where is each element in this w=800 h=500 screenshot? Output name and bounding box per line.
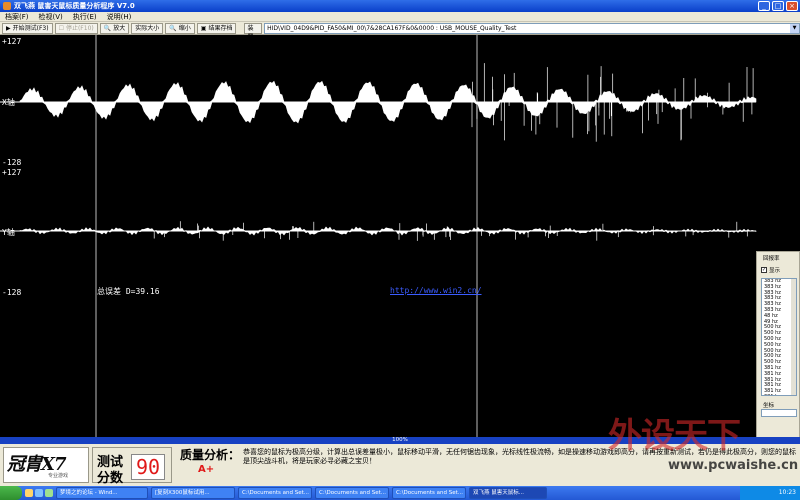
stop-button[interactable]: ☐ 停止(F10) bbox=[54, 22, 98, 34]
x-axis-min-label: -128 bbox=[2, 158, 22, 167]
score-label-points: 分数 bbox=[97, 471, 124, 486]
stop-label: 停止(F10) bbox=[65, 24, 94, 32]
zoom-out-icon: 🔍 bbox=[169, 24, 177, 32]
menu-help[interactable]: 说明(H) bbox=[102, 12, 137, 22]
start-button[interactable] bbox=[0, 486, 22, 500]
taskbar-item[interactable]: [复刻X300鼠标试用... bbox=[151, 487, 235, 499]
show-rate-checkbox[interactable]: ✓ bbox=[761, 267, 767, 273]
save-icon: ▣ bbox=[200, 24, 207, 32]
taskbar-item[interactable]: C:\Documents and Set... bbox=[392, 487, 466, 499]
report-rate-list[interactable]: 383 hz 383 hz 383 hz 383 hz 383 hz 383 hz 48 h… bbox=[761, 278, 797, 396]
desktop-icon[interactable] bbox=[45, 489, 53, 497]
y-axis-label: Y轴 bbox=[2, 228, 15, 237]
x-axis-label: X轴 bbox=[2, 98, 15, 107]
show-rate-toggle[interactable]: ✓ 显示 bbox=[761, 266, 780, 274]
waveform-plot[interactable]: +127 X轴 -128 +127 Y轴 -128 总误差 D=39.16 ht… bbox=[0, 35, 800, 437]
device-label: 装置 bbox=[244, 22, 263, 41]
y-axis-max-label: +127 bbox=[2, 168, 22, 177]
zoom-out-button[interactable]: 🔍 缩小 bbox=[165, 22, 195, 34]
website-link[interactable]: http://www.win2.cn/ bbox=[390, 286, 482, 295]
browser-icon[interactable] bbox=[35, 489, 43, 497]
toolbar: ▶ 开始测试(F3) ☐ 停止(F10) 🔍 放大 实际大小 🔍 缩小 ▣ 结果… bbox=[0, 22, 800, 41]
watermark-url: www.pcwaishe.cn bbox=[668, 458, 799, 473]
taskbar: 梦境之的论坛 - Wind... [复刻X300鼠标试用... C:\Docum… bbox=[0, 486, 800, 500]
save-result-button[interactable]: ▣ 结果存档 bbox=[196, 22, 237, 34]
zoom-in-icon: 🔍 bbox=[103, 24, 112, 32]
score-box: 测试 分数 90 bbox=[92, 447, 172, 486]
close-button[interactable]: × bbox=[786, 1, 798, 11]
taskbar-item[interactable]: C:\Documents and Set... bbox=[238, 487, 312, 499]
chevron-down-icon[interactable]: ▼ bbox=[790, 23, 799, 33]
y-axis-min-label: -128 bbox=[2, 288, 22, 297]
x-axis-waveform bbox=[19, 80, 757, 124]
start-test-button[interactable]: ▶ 开始测试(F3) bbox=[2, 22, 53, 34]
menu-execute[interactable]: 执行(E) bbox=[68, 12, 102, 22]
coordinate-field[interactable] bbox=[761, 409, 797, 417]
clock: 10:23 bbox=[778, 489, 796, 496]
save-result-label: 结果存档 bbox=[208, 24, 233, 32]
x-axis-max-label: +127 bbox=[2, 37, 22, 46]
app-icon bbox=[3, 2, 11, 10]
folder-icon[interactable] bbox=[25, 489, 33, 497]
system-tray[interactable]: 10:23 bbox=[740, 486, 800, 500]
watermark-text: 外设天下 bbox=[608, 416, 741, 456]
window-controls: _ □ × bbox=[758, 1, 798, 11]
title-bar[interactable]: 双飞燕 鼠害天鼠标质量分析程序 V7.0 _ □ × bbox=[0, 0, 800, 12]
play-icon: ▶ bbox=[6, 24, 11, 32]
waveform-svg bbox=[0, 35, 757, 437]
total-error-readout: 总误差 D=39.16 bbox=[97, 287, 160, 296]
maximize-button[interactable]: □ bbox=[772, 1, 784, 11]
quality-grade: A+ bbox=[198, 464, 215, 475]
taskbar-item[interactable]: 梦境之的论坛 - Wind... bbox=[56, 487, 148, 499]
analysis-title: 质量分析： bbox=[180, 448, 241, 462]
start-test-label: 开始测试(F3) bbox=[12, 24, 49, 32]
checkbox-icon: ☐ bbox=[58, 24, 64, 32]
taskbar-item[interactable]: C:\Documents and Set... bbox=[315, 487, 389, 499]
report-rate-entry[interactable]: 381 hz bbox=[764, 394, 796, 395]
coordinate-label: 坐标 bbox=[763, 403, 775, 409]
report-rate-title: 回报率 bbox=[763, 256, 780, 262]
brand-logo: 冠胄X7 专业游戏 bbox=[3, 447, 89, 483]
actual-size-label: 实际大小 bbox=[135, 24, 160, 32]
report-rate-panel: 回报率 ✓ 显示 383 hz 383 hz 383 hz 383 hz 383 hz 3… bbox=[756, 251, 800, 441]
show-rate-label: 显示 bbox=[769, 268, 781, 274]
taskbar-item-active[interactable]: 双飞燕 鼠害天鼠标... bbox=[469, 487, 547, 499]
y-axis-waveform bbox=[19, 226, 757, 236]
quick-launch bbox=[25, 489, 53, 497]
window-title: 双飞燕 鼠害天鼠标质量分析程序 V7.0 bbox=[14, 2, 135, 10]
device-value: HID\VID_04D9&PID_FA50&MI_00\7&28CA167F&0… bbox=[267, 24, 517, 32]
brand-subtitle: 专业游戏 bbox=[48, 473, 69, 479]
actual-size-button[interactable]: 实际大小 bbox=[131, 22, 164, 34]
zoom-out-label: 缩小 bbox=[178, 24, 191, 32]
minimize-button[interactable]: _ bbox=[758, 1, 770, 11]
app-window: 双飞燕 鼠害天鼠标质量分析程序 V7.0 _ □ × 档案(F) 检视(V) 执… bbox=[0, 0, 800, 500]
device-select[interactable]: HID\VID_04D9&PID_FA50&MI_00\7&28CA167F&0… bbox=[264, 22, 800, 34]
menu-view[interactable]: 检视(V) bbox=[34, 12, 68, 22]
rate-list-scrollbar[interactable] bbox=[791, 279, 796, 395]
zoom-in-button[interactable]: 🔍 放大 bbox=[99, 22, 130, 34]
zoom-in-label: 放大 bbox=[113, 24, 126, 32]
menu-bar: 档案(F) 检视(V) 执行(E) 说明(H) bbox=[0, 12, 800, 22]
score-value: 90 bbox=[131, 454, 165, 480]
menu-file[interactable]: 档案(F) bbox=[0, 12, 34, 22]
